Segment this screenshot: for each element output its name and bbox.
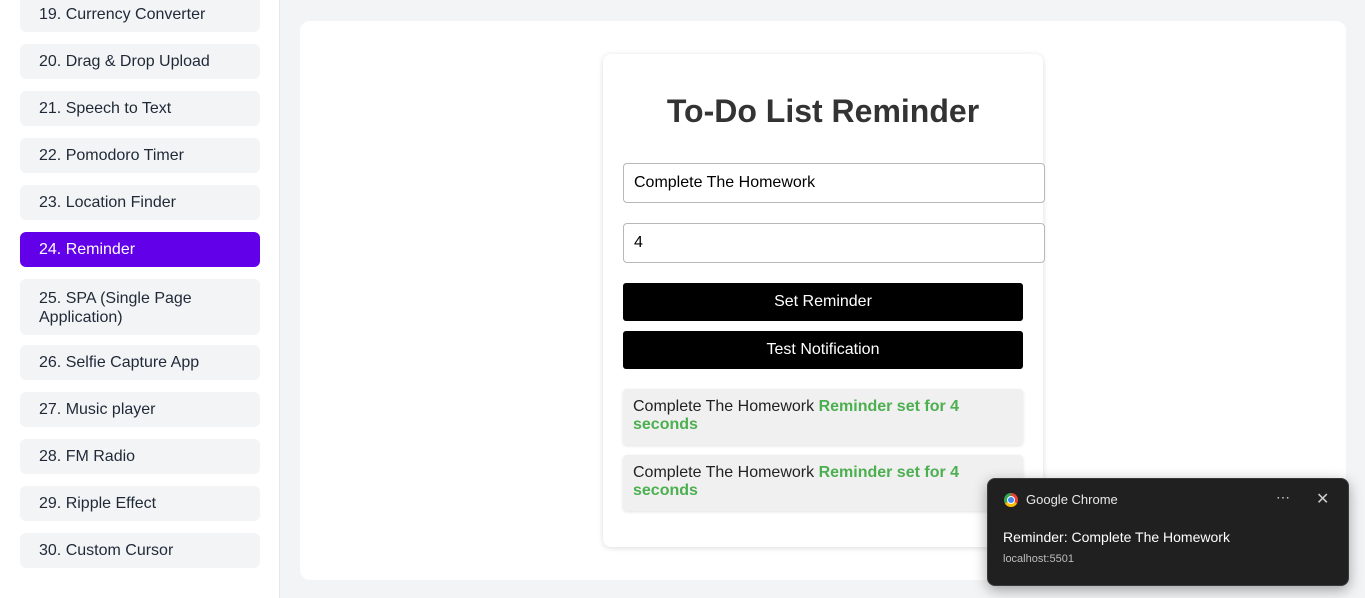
sidebar-item-label: 20. Drag & Drop Upload bbox=[39, 53, 210, 70]
sidebar-item-label: 21. Speech to Text bbox=[39, 100, 172, 117]
sidebar-item-label: 24. Reminder bbox=[39, 241, 136, 258]
reminder-task-text: Complete The Homework bbox=[633, 464, 815, 481]
sidebar-item-label: 19. Currency Converter bbox=[39, 6, 206, 23]
sidebar-item-location-finder[interactable]: 23. Location Finder bbox=[20, 185, 260, 220]
page-title: To-Do List Reminder bbox=[666, 93, 980, 129]
reminder-list-item: Complete The Homework Reminder set for 4… bbox=[623, 455, 1023, 511]
chrome-notification-toast[interactable]: Google Chrome ⋯ ✕ Reminder: Complete The… bbox=[987, 478, 1349, 586]
notification-app-name: Google Chrome bbox=[1026, 492, 1118, 507]
sidebar-item-custom-cursor[interactable]: 30. Custom Cursor bbox=[20, 533, 260, 568]
sidebar: 19. Currency Converter 20. Drag & Drop U… bbox=[0, 0, 280, 598]
sidebar-item-pomodoro-timer[interactable]: 22. Pomodoro Timer bbox=[20, 138, 260, 173]
sidebar-item-drag-drop-upload[interactable]: 20. Drag & Drop Upload bbox=[20, 44, 260, 79]
sidebar-item-label: 22. Pomodoro Timer bbox=[39, 147, 184, 164]
chrome-logo-icon bbox=[1004, 493, 1018, 507]
sidebar-item-reminder[interactable]: 24. Reminder bbox=[20, 232, 260, 267]
sidebar-item-label: 29. Ripple Effect bbox=[39, 495, 157, 512]
sidebar-item-speech-to-text[interactable]: 21. Speech to Text bbox=[20, 91, 260, 126]
sidebar-item-label: 23. Location Finder bbox=[39, 194, 176, 211]
sidebar-item-selfie-capture-app[interactable]: 26. Selfie Capture App bbox=[20, 345, 260, 380]
sidebar-item-ripple-effect[interactable]: 29. Ripple Effect bbox=[20, 486, 260, 521]
reminder-list-item: Complete The Homework Reminder set for 4… bbox=[623, 389, 1023, 445]
close-icon[interactable]: ✕ bbox=[1316, 489, 1329, 509]
set-reminder-button[interactable]: Set Reminder bbox=[623, 283, 1023, 321]
test-notification-button[interactable]: Test Notification bbox=[623, 331, 1023, 369]
sidebar-item-music-player[interactable]: 27. Music player bbox=[20, 392, 260, 427]
sidebar-item-label: 30. Custom Cursor bbox=[39, 542, 174, 559]
reminder-task-text: Complete The Homework bbox=[633, 398, 815, 415]
sidebar-item-fm-radio[interactable]: 28. FM Radio bbox=[20, 439, 260, 474]
sidebar-item-spa[interactable]: 25. SPA (Single Page Application) bbox=[20, 279, 260, 335]
sidebar-item-label: 26. Selfie Capture App bbox=[39, 354, 200, 371]
sidebar-item-label: 28. FM Radio bbox=[39, 448, 136, 465]
sidebar-item-label: 27. Music player bbox=[39, 401, 156, 418]
notification-source: localhost:5501 bbox=[1003, 553, 1074, 565]
sidebar-item-label: 25. SPA (Single Page Application) bbox=[39, 290, 192, 326]
more-options-icon[interactable]: ⋯ bbox=[1276, 489, 1291, 506]
seconds-input[interactable] bbox=[623, 223, 1045, 263]
sidebar-item-currency-converter[interactable]: 19. Currency Converter bbox=[20, 0, 260, 32]
notification-message: Reminder: Complete The Homework bbox=[1003, 529, 1230, 545]
task-input[interactable] bbox=[623, 163, 1045, 203]
